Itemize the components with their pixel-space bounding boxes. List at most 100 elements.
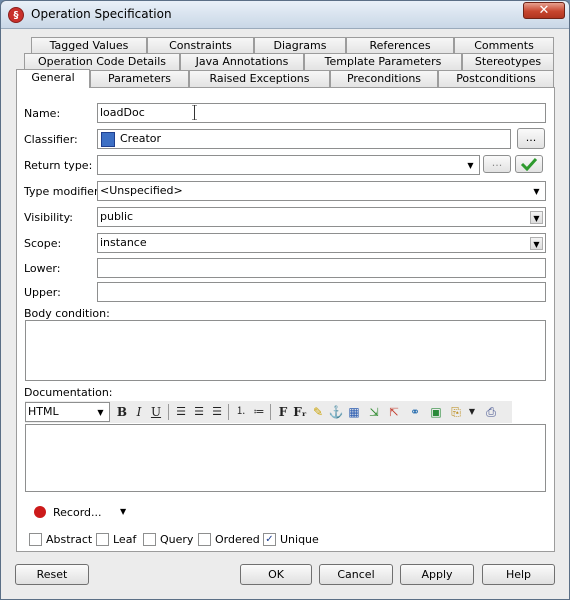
ordered-checkbox[interactable]	[198, 533, 211, 546]
type-modifier-combo[interactable]: <Unspecified> ▼	[97, 181, 546, 201]
text-cursor-icon	[192, 105, 197, 120]
abstract-label: Abstract	[46, 533, 93, 546]
help-button[interactable]: Help	[482, 564, 555, 585]
name-input[interactable]: loadDoc	[97, 103, 546, 123]
tab-strip: Tagged Values Constraints Diagrams Refer…	[16, 37, 556, 89]
body-condition-textarea[interactable]	[25, 320, 546, 381]
underline-icon[interactable]: U	[147, 403, 165, 421]
title-bar[interactable]: § Operation Specification ✕	[1, 1, 569, 29]
toolbar-divider	[168, 404, 169, 420]
class-icon	[101, 132, 115, 147]
window-title: Operation Specification	[31, 7, 172, 21]
record-label: Record...	[53, 506, 102, 519]
query-label: Query	[160, 533, 194, 546]
classifier-browse-button[interactable]: ...	[517, 128, 545, 149]
table-icon[interactable]: ▦	[345, 403, 363, 421]
cancel-button[interactable]: Cancel	[319, 564, 393, 585]
tab-stereotypes[interactable]: Stereotypes	[462, 53, 554, 70]
tab-parameters[interactable]: Parameters	[90, 70, 189, 87]
tab-postconditions[interactable]: Postconditions	[438, 70, 554, 87]
chevron-down-icon: ▼	[530, 211, 543, 224]
type-modifier-value: <Unspecified>	[100, 184, 183, 197]
type-modifier-label: Type modifier:	[24, 185, 102, 198]
operation-specification-dialog: § Operation Specification ✕ Tagged Value…	[0, 0, 570, 600]
reset-button[interactable]: Reset	[15, 564, 89, 585]
body-condition-label: Body condition:	[24, 307, 110, 320]
format-select[interactable]: HTML ▼	[25, 402, 110, 422]
checkmark-icon: ✓	[265, 534, 274, 545]
tab-raised-exceptions[interactable]: Raised Exceptions	[189, 70, 330, 87]
chevron-down-icon: ▼	[467, 161, 474, 170]
print-icon[interactable]: ⎙	[482, 403, 500, 421]
upper-label: Upper:	[24, 286, 61, 299]
numbered-list-icon[interactable]: ⒈	[232, 403, 250, 421]
tab-java-annotations[interactable]: Java Annotations	[180, 53, 304, 70]
chevron-down-icon[interactable]: ▼	[463, 403, 481, 421]
scope-value: instance	[100, 236, 147, 249]
leaf-checkbox[interactable]	[96, 533, 109, 546]
lower-label: Lower:	[24, 262, 61, 275]
tab-operation-code-details[interactable]: Operation Code Details	[24, 53, 180, 70]
record-button[interactable]: Record... ▼	[34, 504, 134, 522]
font-icon[interactable]: F	[274, 403, 292, 421]
delete-row-icon[interactable]: ⇱	[385, 403, 403, 421]
link-icon[interactable]: ⚭	[406, 403, 424, 421]
italic-icon[interactable]: I	[130, 403, 148, 421]
classifier-value: Creator	[120, 132, 162, 145]
font-size-icon[interactable]: Fᵣ	[291, 403, 309, 421]
query-checkbox[interactable]	[143, 533, 156, 546]
insert-row-icon[interactable]: ⇲	[365, 403, 383, 421]
checkmark-icon	[520, 157, 538, 172]
tab-comments[interactable]: Comments	[454, 37, 554, 54]
tab-general[interactable]: General	[16, 69, 90, 88]
toolbar-divider	[270, 404, 271, 420]
classifier-field[interactable]: Creator	[97, 129, 511, 149]
ordered-label: Ordered	[215, 533, 260, 546]
upper-input[interactable]	[97, 282, 546, 302]
visibility-value: public	[100, 210, 134, 223]
chevron-down-icon: ▼	[530, 237, 543, 250]
unique-label: Unique	[280, 533, 319, 546]
align-left-icon[interactable]: ☰	[172, 403, 190, 421]
return-type-combo[interactable]: ▼	[97, 155, 480, 175]
highlight-icon[interactable]: ✎	[309, 403, 327, 421]
align-right-icon[interactable]: ☰	[208, 403, 226, 421]
abstract-checkbox[interactable]	[29, 533, 42, 546]
visibility-label: Visibility:	[24, 211, 74, 224]
tab-diagrams[interactable]: Diagrams	[254, 37, 346, 54]
align-center-icon[interactable]: ☰	[190, 403, 208, 421]
bold-icon[interactable]: B	[113, 403, 131, 421]
close-icon: ✕	[538, 3, 550, 18]
lower-input[interactable]	[97, 258, 546, 278]
image-icon[interactable]: ▣	[427, 403, 445, 421]
close-button[interactable]: ✕	[523, 2, 565, 19]
tab-preconditions[interactable]: Preconditions	[330, 70, 438, 87]
documentation-toolbar: HTML ▼ B I U ☰ ☰ ☰ ⒈ ≔ F Fᵣ ✎ ⚓ ▦ ⇲ ⇱ ⚭ …	[25, 401, 512, 423]
ok-button[interactable]: OK	[240, 564, 312, 585]
general-panel: Name: loadDoc Classifier: Creator ... Re…	[16, 87, 555, 552]
toolbar-divider	[228, 404, 229, 420]
app-logo-icon: §	[8, 7, 24, 23]
return-type-browse-button[interactable]: ...	[483, 155, 511, 173]
chevron-down-icon: ▼	[533, 187, 540, 196]
classifier-label: Classifier:	[24, 133, 78, 146]
apply-button[interactable]: Apply	[400, 564, 474, 585]
return-type-label: Return type:	[24, 159, 93, 172]
bullet-list-icon[interactable]: ≔	[250, 403, 268, 421]
documentation-textarea[interactable]	[25, 424, 546, 492]
format-value: HTML	[28, 405, 59, 418]
name-label: Name:	[24, 107, 61, 120]
visibility-combo[interactable]: public ▼	[97, 207, 546, 227]
tab-tagged-values[interactable]: Tagged Values	[31, 37, 147, 54]
scope-combo[interactable]: instance ▼	[97, 233, 546, 253]
leaf-label: Leaf	[113, 533, 137, 546]
return-type-confirm-button[interactable]	[515, 155, 543, 173]
anchor-icon[interactable]: ⚓	[327, 403, 345, 421]
tab-constraints[interactable]: Constraints	[147, 37, 254, 54]
unique-checkbox[interactable]: ✓	[263, 533, 276, 546]
tab-references[interactable]: References	[346, 37, 454, 54]
chevron-down-icon: ▼	[97, 408, 104, 417]
chevron-down-icon: ▼	[120, 507, 127, 516]
record-icon	[34, 506, 46, 518]
tab-template-parameters[interactable]: Template Parameters	[304, 53, 462, 70]
